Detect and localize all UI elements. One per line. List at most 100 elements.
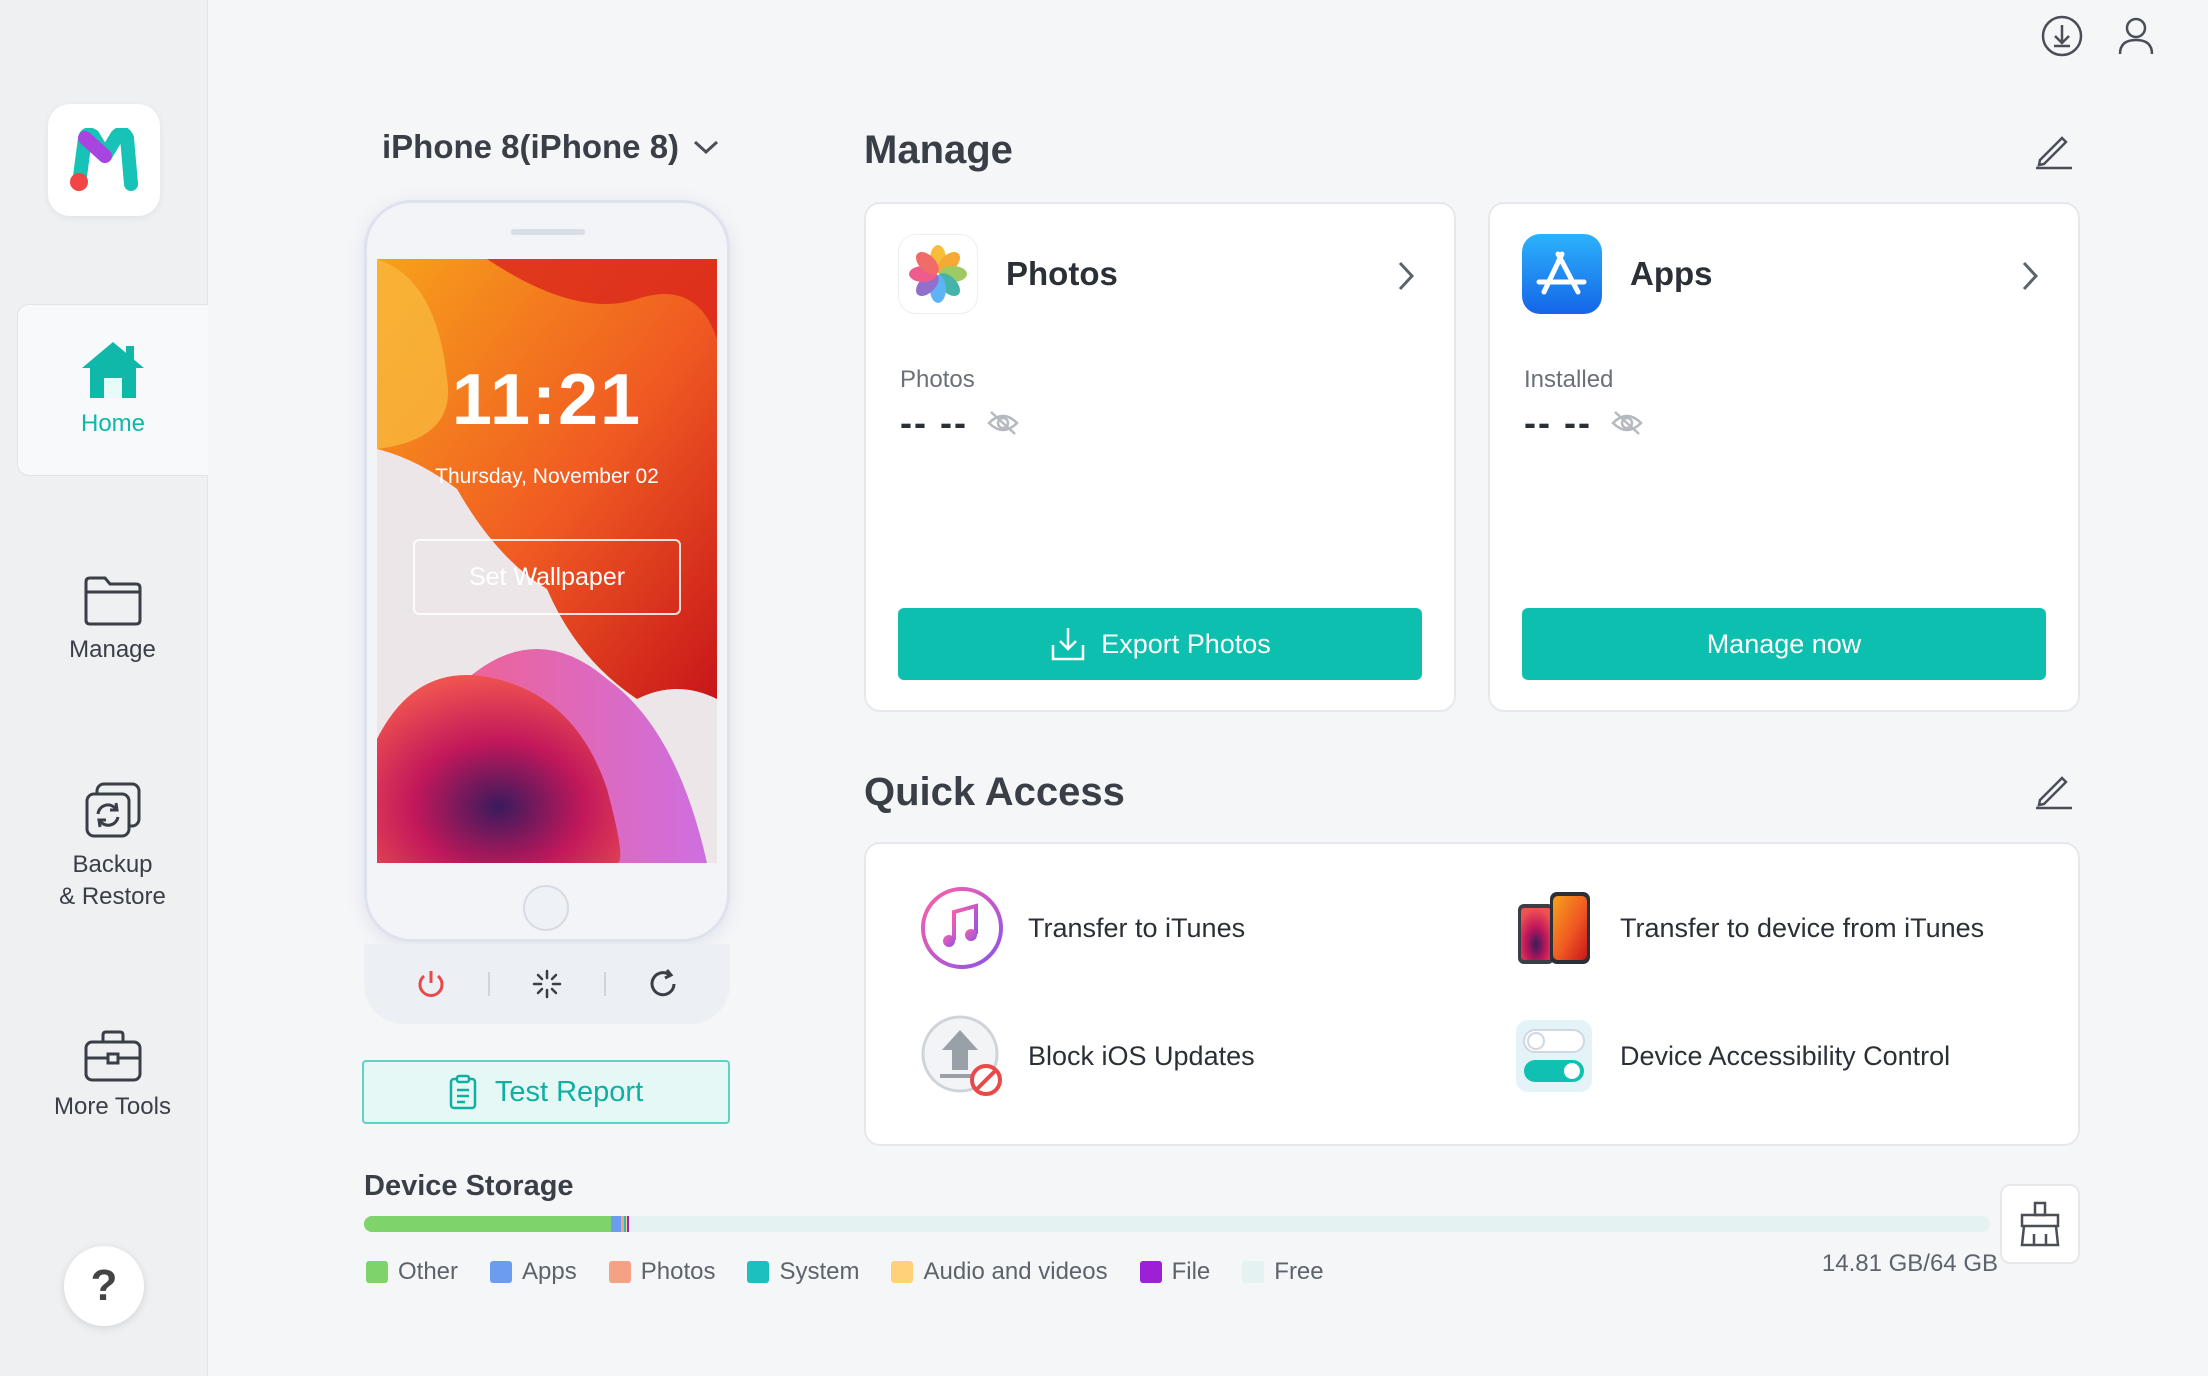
eye-off-icon[interactable] (1610, 409, 1644, 437)
sidebar-item-label: Manage (69, 636, 156, 663)
legend-item: Free (1242, 1258, 1324, 1286)
apps-stat-value: -- -- (1524, 402, 1644, 444)
apps-count: -- -- (1524, 402, 1592, 443)
app-logo (48, 104, 160, 216)
clipboard-icon (449, 1074, 477, 1110)
clean-storage-button[interactable] (2000, 1184, 2080, 1264)
device-selector[interactable]: iPhone 8(iPhone 8) (382, 128, 719, 166)
backup-icon (85, 782, 140, 838)
chevron-right-icon[interactable] (1396, 260, 1416, 292)
quick-access-title: Quick Access (864, 770, 1125, 814)
block-update-icon (920, 1014, 1004, 1098)
photos-card-header[interactable]: Photos (898, 234, 1118, 314)
folder-icon (84, 576, 141, 626)
legend-item: Audio and videos (891, 1258, 1108, 1286)
pencil-icon (2036, 136, 2072, 170)
itunes-icon (920, 886, 1004, 970)
set-wallpaper-button[interactable]: Set Wallpaper (413, 539, 681, 615)
photos-count: -- -- (900, 402, 968, 443)
transfer-to-itunes[interactable]: Transfer to iTunes (920, 886, 1245, 970)
storage-segment-apps (611, 1216, 621, 1232)
edit-manage-button[interactable] (2032, 128, 2076, 172)
lock-date: Thursday, November 02 (435, 465, 659, 488)
sidebar-item-home[interactable]: Home (17, 304, 208, 476)
apps-card-header[interactable]: Apps (1522, 234, 1713, 314)
download-button[interactable] (2040, 14, 2084, 58)
storage-segment-free (629, 1216, 1990, 1232)
qa-label: Device Accessibility Control (1620, 1040, 1951, 1071)
manage-title: Manage (864, 128, 1013, 172)
transfer-device-from-itunes[interactable]: Transfer to device from iTunes (1512, 886, 1984, 970)
sidebar-item-label: Backup & Restore (59, 851, 166, 910)
qa-label: Block iOS Updates (1028, 1040, 1255, 1071)
edit-quick-access-button[interactable] (2032, 768, 2076, 812)
legend-label: Free (1274, 1258, 1324, 1285)
test-report-label: Test Report (494, 1075, 644, 1108)
legend-swatch (1139, 1261, 1162, 1283)
legend-swatch (608, 1261, 631, 1283)
legend-label: Audio and videos (923, 1258, 1108, 1285)
photos-card: Photos Photos -- -- Export Photos (864, 202, 1456, 712)
photos-stat-value: -- -- (900, 402, 1020, 444)
export-photos-button[interactable]: Export Photos (898, 608, 1422, 680)
refresh-icon[interactable] (647, 968, 679, 1000)
download-icon (2041, 15, 2083, 57)
manage-now-button[interactable]: Manage now (1522, 608, 2046, 680)
sidebar-item-manage[interactable]: Manage (17, 560, 208, 680)
apps-card: Apps Installed -- -- Manage now (1488, 202, 2080, 712)
user-icon (2118, 17, 2154, 55)
qa-label: Transfer to iTunes (1028, 912, 1246, 943)
account-button[interactable] (2114, 14, 2158, 58)
photos-card-title: Photos (1006, 255, 1118, 292)
photos-stat-label: Photos (900, 366, 975, 393)
sidebar-item-backup-restore[interactable]: Backup & Restore (17, 772, 208, 922)
sidebar-item-more-tools[interactable]: More Tools (17, 1016, 208, 1136)
logo-icon (70, 128, 138, 191)
quick-access-panel: Transfer to iTunes Transfer to device fr… (864, 842, 2080, 1146)
home-icon (82, 342, 144, 398)
chevron-right-icon[interactable] (2020, 260, 2040, 292)
legend-item: System (747, 1258, 859, 1286)
sidebar-item-label: Home (80, 410, 146, 437)
legend-label: System (779, 1258, 860, 1285)
apps-stat-label: Installed (1524, 366, 1614, 393)
legend-swatch (366, 1261, 388, 1283)
power-icon[interactable] (415, 968, 447, 1000)
export-icon (1051, 628, 1085, 661)
legend-label: File (1171, 1258, 1211, 1285)
chevron-down-icon (694, 140, 719, 155)
device-controls (364, 944, 730, 1024)
device-preview: 11:21 Thursday, November 02 Set Wallpape… (364, 200, 730, 942)
loading-icon[interactable] (531, 968, 563, 1000)
broom-icon (2020, 1201, 2060, 1247)
storage-legend: Other Apps Photos System Audio and videos Fil… (366, 1258, 1324, 1286)
legend-item: File (1139, 1258, 1211, 1286)
help-button[interactable]: ? (64, 1246, 144, 1326)
eye-off-icon[interactable] (986, 409, 1020, 437)
legend-item: Other (366, 1258, 458, 1286)
legend-label: Other (398, 1258, 459, 1285)
legend-swatch (490, 1261, 513, 1283)
qa-label: Transfer to device from iTunes (1620, 912, 1985, 943)
storage-used-text: 14.81 GB/64 GB (1821, 1250, 1998, 1277)
pencil-icon (2036, 776, 2072, 810)
device-transfer-icon (1512, 886, 1596, 970)
toggle-icon (1512, 1014, 1596, 1098)
legend-swatch (747, 1261, 770, 1283)
storage-bar (364, 1216, 1990, 1232)
device-name: iPhone 8(iPhone 8) (382, 128, 680, 165)
divider (487, 972, 490, 996)
divider (604, 972, 607, 996)
legend-swatch (891, 1261, 914, 1283)
lock-screen: 11:21 Thursday, November 02 Set Wallpape… (377, 259, 717, 863)
export-photos-label: Export Photos (1101, 628, 1271, 659)
legend-item: Photos (608, 1258, 715, 1286)
legend-item: Apps (490, 1258, 577, 1286)
storage-segment-other (364, 1216, 612, 1232)
device-storage-title: Device Storage (364, 1170, 574, 1202)
block-ios-updates[interactable]: Block iOS Updates (920, 1014, 1255, 1098)
apps-card-title: Apps (1630, 255, 1713, 292)
device-accessibility-control[interactable]: Device Accessibility Control (1512, 1014, 1950, 1098)
test-report-button[interactable]: Test Report (362, 1060, 730, 1124)
photos-app-icon (898, 234, 978, 314)
